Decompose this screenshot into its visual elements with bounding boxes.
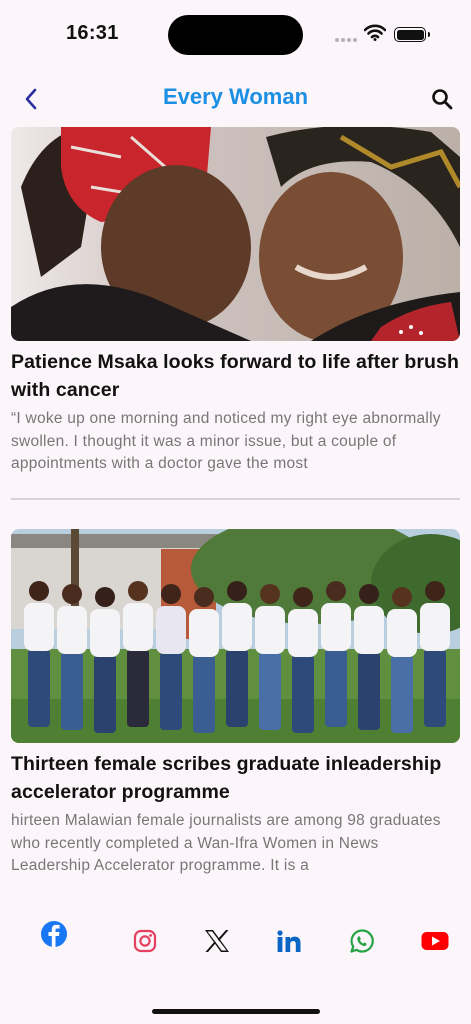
facebook-icon <box>41 921 67 947</box>
article-excerpt: hirteen Malawian female journalists are … <box>11 812 441 874</box>
article-title: Patience Msaka looks forward to life aft… <box>11 351 460 401</box>
facebook-link[interactable] <box>38 918 70 950</box>
youtube-link[interactable] <box>418 926 452 956</box>
social-bar <box>0 900 471 990</box>
wifi-icon <box>363 24 387 46</box>
instagram-icon <box>133 929 157 953</box>
search-icon <box>432 89 453 110</box>
instagram-link[interactable] <box>130 926 160 956</box>
app-header: Every Woman <box>0 78 471 118</box>
dynamic-island <box>168 15 303 55</box>
article-image <box>11 529 460 743</box>
divider <box>11 498 460 500</box>
home-indicator[interactable] <box>152 1009 320 1014</box>
linkedin-link[interactable] <box>274 926 304 956</box>
search-button[interactable] <box>425 82 459 116</box>
article-image <box>11 127 460 341</box>
article-excerpt: “I woke up one morning and noticed my ri… <box>11 410 441 472</box>
x-icon <box>205 930 229 952</box>
linkedin-icon <box>277 930 301 952</box>
article-title: Thirteen female scribes graduate inleade… <box>11 753 442 803</box>
page-title: Every Woman <box>162 84 309 109</box>
x-link[interactable] <box>202 926 232 956</box>
article-card[interactable]: Thirteen female scribes graduate inleade… <box>11 529 460 878</box>
whatsapp-icon <box>350 929 374 953</box>
cellular-signal-icon <box>335 38 357 42</box>
battery-icon <box>394 27 430 42</box>
status-bar: 16:31 <box>0 0 471 70</box>
youtube-icon <box>421 932 449 950</box>
whatsapp-link[interactable] <box>347 926 377 956</box>
article-card[interactable]: Patience Msaka looks forward to life aft… <box>11 127 460 476</box>
status-time: 16:31 <box>66 22 119 44</box>
